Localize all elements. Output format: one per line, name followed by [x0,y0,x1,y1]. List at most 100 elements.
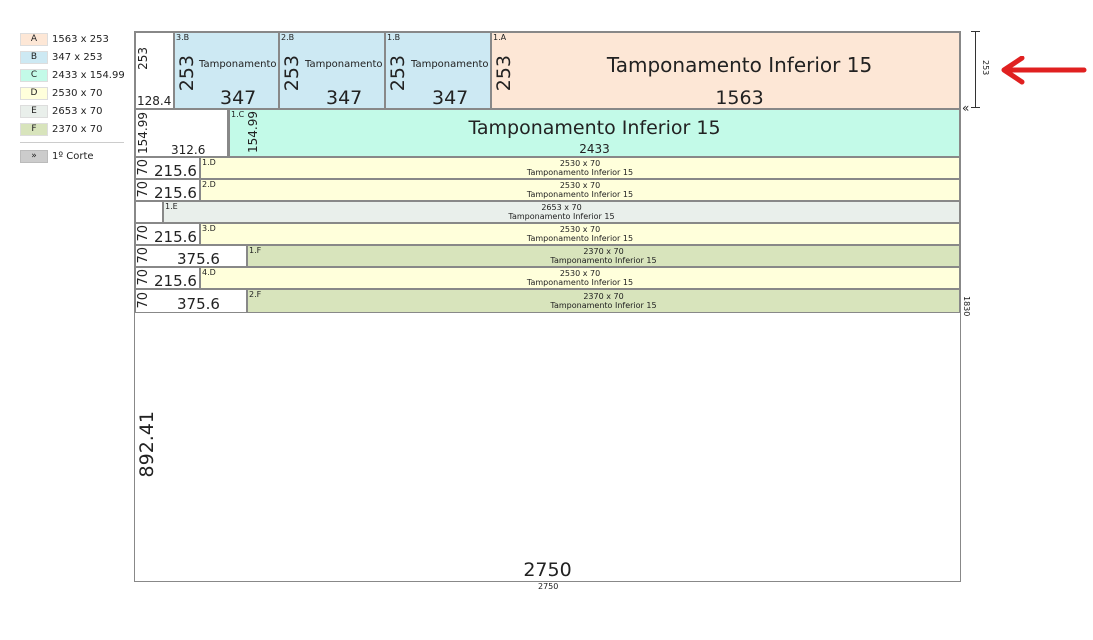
piece-size: 2370 x 70 [583,292,624,301]
legend-label: 2530 x 70 [52,87,103,99]
row-dimension-tick-top [971,31,980,32]
piece-3b[interactable]: 3.B 253 Tamponamento 347 [174,32,279,109]
waste-width-label: 215.6 [154,272,197,289]
piece-id: 2.B [281,33,295,42]
waste-piece: 70 215.6 [135,179,200,201]
waste-width-label: 128.4 [137,94,172,108]
piece-width: 347 [220,87,257,109]
piece-1e[interactable]: 1.E 2653 x 70 Tamponamento Inferior 15 [163,201,960,223]
piece-size: 2530 x 70 [559,225,601,234]
double-chevron-right-icon[interactable]: » [20,149,48,163]
waste-height-label: 70 [136,159,151,176]
waste-height-label: 70 [136,247,151,264]
waste-width-label: 215.6 [154,184,197,201]
piece-id: 1.A [493,33,507,42]
waste-piece [135,201,163,223]
piece-1f[interactable]: 1.F 2370 x 70 Tamponamento Inferior 15 [247,245,960,267]
waste-height-label: 70 [136,181,151,198]
piece-width: 347 [432,87,469,109]
legend-key: E [20,104,48,118]
piece-height: 253 [493,55,515,92]
piece-height: 253 [387,55,409,92]
row-dimension-line [975,31,976,108]
piece-name: Tamponamento Inferior 15 [550,301,657,310]
piece-size: 2530 x 70 [559,159,601,168]
legend-key: B [20,50,48,64]
cut-button-label[interactable]: 1º Corte [52,151,94,162]
piece-2b[interactable]: 2.B 253 Tamponamento 347 [279,32,385,109]
legend-label: 2433 x 154.99 [52,69,125,81]
waste-height-label: 892.41 [136,411,158,478]
piece-name: Tamponamento [411,59,489,70]
waste-piece: 70 215.6 [135,267,200,289]
piece-name: Tamponamento Inferior 15 [526,190,634,199]
legend-label: 2370 x 70 [52,123,103,135]
piece-name: Tamponamento Inferior 15 [550,256,657,265]
waste-height-label: 154.99 [136,112,150,154]
piece-1d[interactable]: 1.D 2530 x 70 Tamponamento Inferior 15 [200,157,960,179]
piece-name: Tamponamento [199,59,277,70]
piece-name: Tamponamento [305,59,383,70]
legend-item-f: F 2370 x 70 [20,120,128,138]
legend-key: D [20,86,48,100]
piece-size: 2653 x 70 [541,203,582,212]
legend-label: 2653 x 70 [52,105,103,117]
board-height-dimension: 1830 [962,296,971,317]
legend-key: F [20,122,48,136]
waste-height-label: 70 [136,292,151,309]
red-arrow-annotation [1001,56,1087,85]
piece-width: 1563 [715,87,764,109]
waste-piece: 70 375.6 [135,289,247,313]
piece-height: 253 [176,55,198,92]
double-chevron-left-icon[interactable]: « [962,101,969,115]
waste-piece: 70 215.6 [135,157,200,179]
waste-width-label: 375.6 [177,250,220,267]
waste-piece: 70 375.6 [135,245,247,267]
legend-divider [20,142,124,143]
legend-label: 347 x 253 [52,51,103,63]
legend-item-e: E 2653 x 70 [20,102,128,120]
waste-width-label: 215.6 [154,162,197,179]
legend: A 1563 x 253 B 347 x 253 C 2433 x 154.99… [20,30,128,165]
piece-size: 2530 x 70 [559,181,601,190]
piece-1b[interactable]: 1.B 253 Tamponamento 347 [385,32,491,109]
piece-name: Tamponamento Inferior 15 [468,117,721,139]
piece-size: 2370 x 70 [583,247,624,256]
waste-bottom: 892.41 2750 [135,313,960,581]
waste-piece: 253 128.4 [135,32,174,109]
waste-width-label: 375.6 [177,295,220,313]
row-dimension-tick-bottom [971,107,980,108]
piece-height: 253 [281,55,303,92]
row-dimension-label: 253 [981,60,990,76]
piece-id: 3.B [176,33,190,42]
legend-item-d: D 2530 x 70 [20,84,128,102]
piece-3d[interactable]: 3.D 2530 x 70 Tamponamento Inferior 15 [200,223,960,245]
waste-width-label: 2750 [523,559,572,581]
piece-name: Tamponamento Inferior 15 [526,278,634,287]
piece-name: Tamponamento Inferior 15 [526,168,634,177]
waste-piece: 70 215.6 [135,223,200,245]
piece-width: 2433 [579,142,610,156]
piece-1a[interactable]: 1.A 253 Tamponamento Inferior 15 1563 [491,32,960,109]
piece-id: 1.B [387,33,401,42]
legend-item-c: C 2433 x 154.99 [20,66,128,84]
cutting-board: 253 128.4 3.B 253 Tamponamento 347 2.B 2… [134,31,961,582]
waste-height-label: 70 [136,269,151,286]
legend-item-b: B 347 x 253 [20,48,128,66]
piece-size: 2530 x 70 [559,269,601,278]
piece-2d[interactable]: 2.D 2530 x 70 Tamponamento Inferior 15 [200,179,960,201]
piece-2f[interactable]: 2.F 2370 x 70 Tamponamento Inferior 15 [247,289,960,313]
piece-width: 347 [326,87,363,109]
board-width-dimension: 2750 [538,582,559,591]
piece-1c[interactable]: 1.C 154.99 Tamponamento Inferior 15 2433 [229,109,960,157]
legend-item-a: A 1563 x 253 [20,30,128,48]
piece-name: Tamponamento Inferior 15 [526,234,634,243]
cut-button[interactable]: » 1º Corte [20,147,128,165]
piece-name: Tamponamento Inferior 15 [606,53,873,77]
waste-height-label: 70 [136,225,151,242]
legend-key: A [20,32,48,46]
waste-width-label: 215.6 [154,228,197,245]
waste-piece: 154.99 312.6 [135,109,228,157]
piece-4d[interactable]: 4.D 2530 x 70 Tamponamento Inferior 15 [200,267,960,289]
piece-name: Tamponamento Inferior 15 [508,212,615,221]
